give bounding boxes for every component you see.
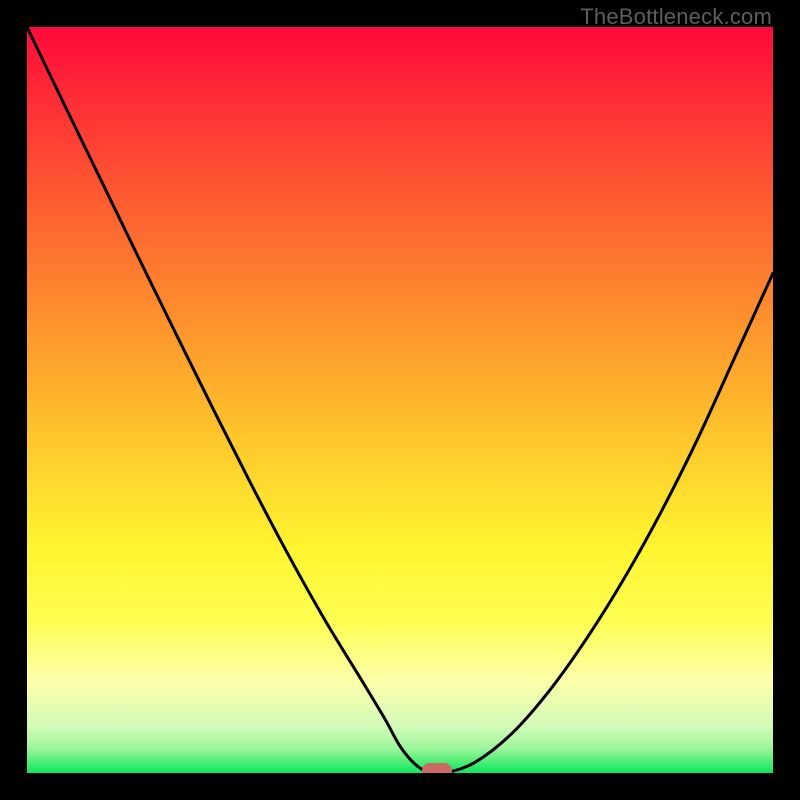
plot-area [27,27,773,773]
gradient-background [27,27,773,773]
optimal-point-marker [422,763,452,773]
chart-container: TheBottleneck.com [0,0,800,800]
bottleneck-chart [27,27,773,773]
